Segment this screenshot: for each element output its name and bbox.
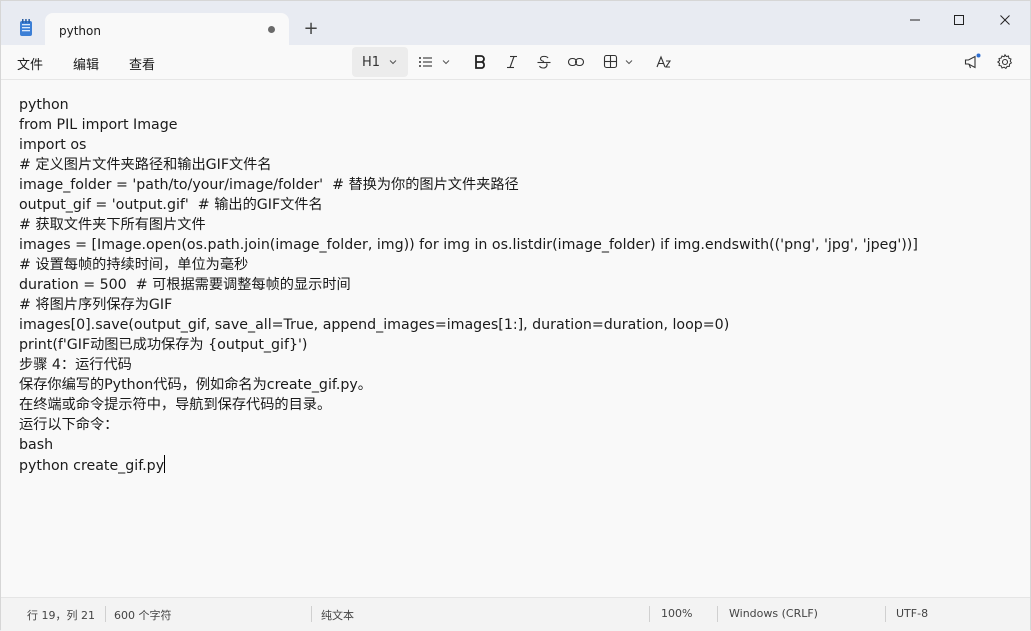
maximize-icon (954, 15, 964, 25)
editor-line-text: # 将图片序列保存为GIF (19, 297, 173, 313)
text-editor[interactable]: python from PIL import Image import os # 定义… (1, 80, 1030, 596)
status-divider (311, 606, 312, 622)
status-divider (649, 606, 650, 622)
italic-icon (507, 55, 517, 69)
editor-line[interactable]: # 设置每帧的持续时间，单位为毫秒 (19, 255, 918, 275)
list-icon (419, 57, 450, 67)
strikethrough-icon (537, 55, 551, 69)
list-button[interactable] (417, 53, 455, 71)
editor-line[interactable]: image_folder = 'path/to/your/image/folde… (19, 175, 918, 195)
editor-line[interactable]: import os (19, 135, 918, 155)
cursor-position[interactable]: 行 19，列 21 (27, 607, 95, 623)
title-bar[interactable]: python + (1, 1, 1030, 45)
editor-line[interactable]: 步骤 4：运行代码 (19, 355, 918, 375)
editor-line[interactable]: duration = 500 # 可根据需要调整每帧的显示时间 (19, 275, 918, 295)
close-icon (1000, 15, 1010, 25)
status-divider (105, 606, 106, 622)
editor-lines: python from PIL import Image import os # 定义… (19, 95, 918, 475)
character-count: 600 个字符 (114, 609, 172, 622)
format-mode[interactable]: 纯文本 (321, 607, 354, 623)
link-button[interactable] (567, 53, 585, 71)
editor-line-text: output_gif = 'output.gif' # 输出的GIF文件名 (19, 197, 323, 213)
editor-line-text: from PIL import Image (19, 117, 178, 133)
new-tab-button[interactable]: + (301, 19, 321, 39)
zoom-level[interactable]: 100% (661, 607, 692, 620)
editor-line[interactable]: 运行以下命令： (19, 415, 918, 435)
editor-line[interactable]: print(f'GIF动图已成功保存为 {output_gif}') (19, 335, 918, 355)
editor-line[interactable]: images[0].save(output_gif, save_all=True… (19, 315, 918, 335)
strikethrough-button[interactable] (535, 53, 553, 71)
settings-button[interactable] (996, 53, 1014, 71)
minimize-button[interactable] (895, 7, 935, 33)
clear-format-icon (656, 55, 672, 68)
editor-line-text: 在终端或命令提示符中，导航到保存代码的目录。 (19, 397, 332, 413)
clear-format-button[interactable] (655, 53, 673, 71)
announcement-icon (964, 53, 981, 69)
editor-line-text: # 设置每帧的持续时间，单位为毫秒 (19, 257, 249, 273)
close-button[interactable] (985, 7, 1025, 33)
notepad-window: python + 文件 编辑 查看 H1 python from PIL imp… (0, 0, 1031, 631)
minimize-icon (910, 19, 920, 21)
editor-line-text: images = [Image.open(os.path.join(image_… (19, 237, 918, 253)
status-divider (717, 606, 718, 622)
encoding[interactable]: UTF-8 (896, 607, 928, 620)
editor-line[interactable]: 在终端或命令提示符中，导航到保存代码的目录。 (19, 395, 918, 415)
editor-line[interactable]: # 定义图片文件夹路径和输出GIF文件名 (19, 155, 918, 175)
heading-label: H1 (362, 54, 381, 70)
status-bar: 行 19，列 21 600 个字符 纯文本 100% Windows (CRLF… (1, 597, 1030, 631)
editor-line[interactable]: python (19, 95, 918, 115)
settings-icon (996, 53, 1013, 70)
editor-line-text: 步骤 4：运行代码 (19, 357, 132, 373)
editor-line-text: image_folder = 'path/to/your/image/folde… (19, 177, 519, 193)
editor-line[interactable]: images = [Image.open(os.path.join(image_… (19, 235, 918, 255)
menu-edit[interactable]: 编辑 (73, 54, 99, 73)
editor-line-text: print(f'GIF动图已成功保存为 {output_gif}') (19, 337, 308, 353)
table-icon (603, 54, 633, 69)
editor-line[interactable]: 保存你编写的Python代码，例如命名为create_gif.py。 (19, 375, 918, 395)
editor-line[interactable]: python create_gif.py (19, 455, 918, 475)
editor-line[interactable]: # 将图片序列保存为GIF (19, 295, 918, 315)
editor-line-text: 运行以下命令： (19, 417, 119, 433)
line-ending[interactable]: Windows (CRLF) (729, 607, 818, 620)
editor-line[interactable]: # 获取文件夹下所有图片文件 (19, 215, 918, 235)
bold-button[interactable] (471, 53, 489, 71)
editor-line-text: 保存你编写的Python代码，例如命名为create_gif.py。 (19, 377, 372, 393)
text-caret (164, 455, 166, 473)
tab-title: python (59, 24, 101, 38)
editor-line[interactable]: output_gif = 'output.gif' # 输出的GIF文件名 (19, 195, 918, 215)
unsaved-dot-icon[interactable] (268, 26, 275, 33)
bold-icon (475, 55, 485, 69)
status-divider (885, 606, 886, 622)
editor-line-text: import os (19, 137, 87, 153)
editor-line[interactable]: from PIL import Image (19, 115, 918, 135)
notepad-app-icon (20, 19, 32, 36)
menu-view[interactable]: 查看 (129, 54, 155, 73)
tab-python[interactable]: python (45, 13, 289, 45)
editor-line-text: python (19, 97, 69, 113)
editor-line-text: bash (19, 437, 54, 453)
editor-line-text: # 获取文件夹下所有图片文件 (19, 217, 206, 233)
table-button[interactable] (602, 53, 638, 71)
menu-file[interactable]: 文件 (17, 54, 43, 73)
chevron-down-icon (389, 60, 397, 65)
announcement-button[interactable] (963, 53, 981, 71)
link-icon (567, 57, 585, 67)
maximize-button[interactable] (939, 7, 979, 33)
italic-button[interactable] (503, 53, 521, 71)
editor-line[interactable]: bash (19, 435, 918, 455)
editor-line-text: python create_gif.py (19, 458, 165, 474)
editor-line-text: duration = 500 # 可根据需要调整每帧的显示时间 (19, 277, 351, 293)
editor-line-text: # 定义图片文件夹路径和输出GIF文件名 (19, 157, 272, 173)
editor-line-text: images[0].save(output_gif, save_all=True… (19, 317, 730, 333)
heading-dropdown[interactable]: H1 (352, 47, 408, 77)
menu-toolbar: 文件 编辑 查看 H1 (1, 45, 1030, 80)
